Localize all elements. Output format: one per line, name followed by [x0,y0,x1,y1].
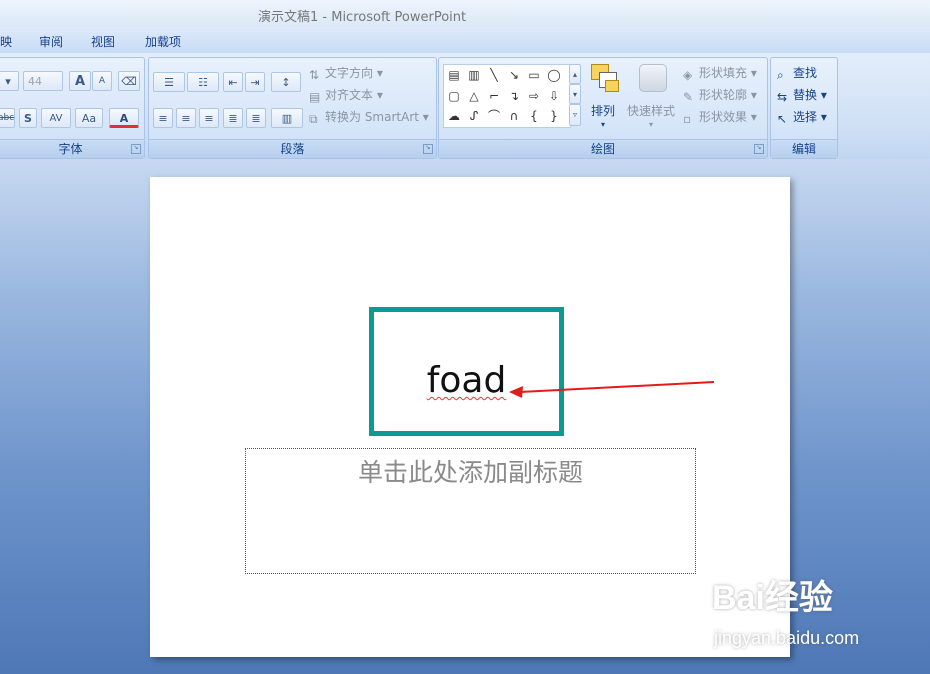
arrow-shaft [519,381,715,393]
watermark-url: jingyan.baidu.com [714,628,860,648]
arrow-head-icon [509,386,523,398]
watermark-logo: Bai经验 [712,579,833,617]
baidu-watermark: Bai经验 jingyan.baidu.com [706,570,926,660]
